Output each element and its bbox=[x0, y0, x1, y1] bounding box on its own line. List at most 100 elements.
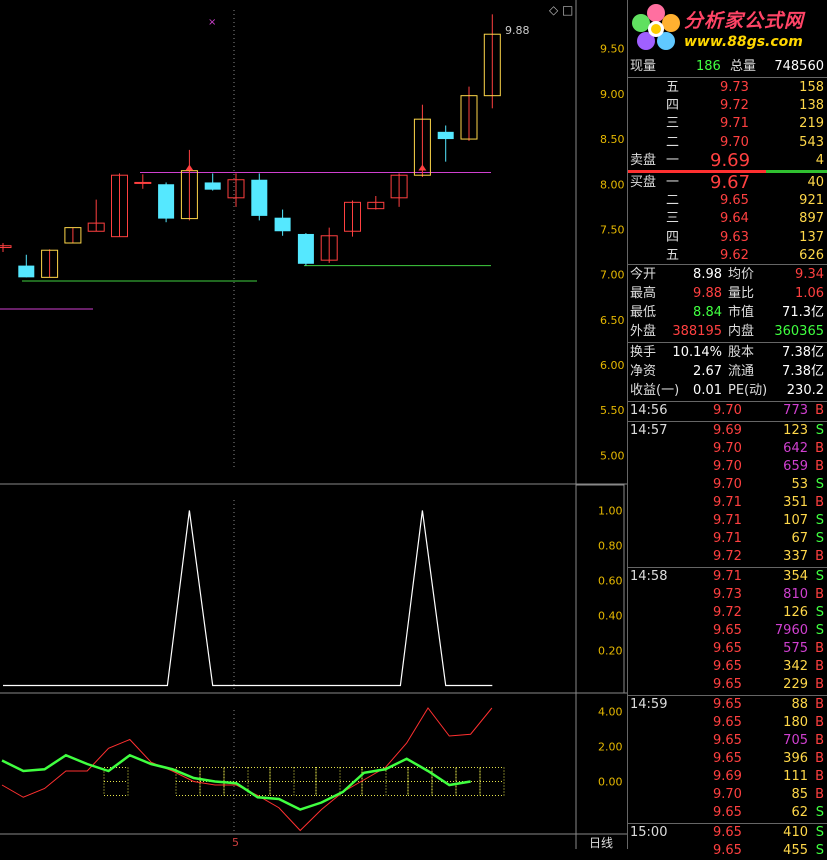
tick-volume: 126 bbox=[783, 605, 808, 620]
stat-label: 净资 bbox=[630, 364, 657, 379]
flower-logo-icon bbox=[632, 4, 680, 50]
tick-row[interactable]: 9.71 107 S bbox=[628, 512, 827, 530]
sell-level: 四 bbox=[666, 98, 680, 114]
tick-side: B bbox=[815, 697, 824, 712]
tick-row[interactable]: 14:56 9.70 773 B bbox=[628, 402, 827, 420]
buy-volume: 40 bbox=[807, 175, 824, 190]
buy-level: 五 bbox=[666, 247, 680, 263]
stat-value: 7.38亿 bbox=[782, 345, 824, 360]
tick-volume: 810 bbox=[783, 587, 808, 602]
stat-value: 388195 bbox=[672, 324, 722, 339]
sell-row: 三 9.71 219 bbox=[628, 115, 827, 133]
tick-volume: 53 bbox=[791, 477, 808, 492]
tick-time: 15:00 bbox=[630, 825, 668, 840]
tick-row[interactable]: 9.70 642 B bbox=[628, 440, 827, 458]
tick-side: B bbox=[815, 441, 824, 456]
sell-row: 一卖盘 9.69 4 bbox=[628, 151, 827, 170]
candle-body bbox=[158, 184, 175, 219]
candle-body bbox=[18, 265, 35, 278]
indicator-tick-label: 0.80 bbox=[598, 540, 623, 553]
tick-side: B bbox=[815, 659, 824, 674]
stat-value: 8.98 bbox=[693, 267, 722, 282]
tick-price: 9.65 bbox=[713, 733, 742, 748]
price-tick-label: 7.50 bbox=[600, 223, 625, 236]
stat-value: 10.14% bbox=[672, 345, 722, 360]
tick-volume: 180 bbox=[783, 715, 808, 730]
tick-row[interactable]: 9.70 659 B bbox=[628, 458, 827, 476]
tick-row[interactable]: 9.71 351 B bbox=[628, 494, 827, 512]
stat-value: 0.01 bbox=[693, 383, 722, 398]
tick-row[interactable]: 9.65 705 B bbox=[628, 732, 827, 750]
diamond-icon[interactable]: ◇ bbox=[549, 3, 558, 17]
buy-volume: 897 bbox=[799, 211, 824, 227]
kline-chart-area[interactable]: × 9.50 9.00 8.50 8.00 7.50 7.00 6.50 6.00 5.50 5.0… bbox=[0, 0, 627, 851]
tick-volume: 410 bbox=[783, 825, 808, 840]
tick-volume: 354 bbox=[783, 569, 808, 584]
buy-level: 二 bbox=[666, 193, 680, 209]
sell-volume: 543 bbox=[799, 134, 824, 150]
price-tick-label: 6.00 bbox=[600, 359, 625, 372]
signal-arrow-icon bbox=[185, 164, 194, 171]
tick-side: S bbox=[815, 531, 824, 546]
tick-row[interactable]: 9.72 337 B bbox=[628, 548, 827, 566]
tick-price: 9.65 bbox=[713, 715, 742, 730]
tick-row[interactable]: 9.65 575 B bbox=[628, 640, 827, 658]
tick-row[interactable]: 14:57 9.69 123 S bbox=[628, 422, 827, 440]
indicator-tick-label: 0.20 bbox=[598, 645, 623, 658]
tick-volume: 67 bbox=[791, 531, 808, 546]
chart-canvas[interactable]: × 9.50 9.00 8.50 8.00 7.50 7.00 6.50 6.00 5.50 5.0… bbox=[0, 0, 627, 849]
stat-label: 换手 bbox=[630, 345, 657, 360]
price-tick-label: 8.50 bbox=[600, 133, 625, 146]
sell-price: 9.73 bbox=[720, 80, 749, 95]
tick-price: 9.65 bbox=[713, 697, 742, 712]
tick-row[interactable]: 14:58 9.71 354 S bbox=[628, 568, 827, 586]
tick-volume: 575 bbox=[783, 641, 808, 656]
indicator-tick-label: 0.40 bbox=[598, 610, 623, 623]
square-icon[interactable]: □ bbox=[562, 3, 573, 17]
tick-row[interactable]: 9.71 67 S bbox=[628, 530, 827, 548]
stat-value: 230.2 bbox=[786, 383, 824, 398]
tick-price: 9.70 bbox=[713, 459, 742, 474]
buy-price: 9.63 bbox=[720, 229, 749, 245]
tick-row[interactable]: 9.70 53 S bbox=[628, 476, 827, 494]
tick-price: 9.65 bbox=[713, 623, 742, 638]
period-label[interactable]: 日线 bbox=[589, 834, 613, 851]
stat-value: 8.84 bbox=[693, 305, 722, 320]
tick-volume: 659 bbox=[783, 459, 808, 474]
tick-row[interactable]: 9.69 111 B bbox=[628, 768, 827, 786]
stat-label: 股本 bbox=[728, 345, 755, 360]
tick-row[interactable]: 9.65 396 B bbox=[628, 750, 827, 768]
tick-row[interactable]: 9.73 810 B bbox=[628, 586, 827, 604]
buy-level: 三 bbox=[666, 211, 680, 227]
tick-side: S bbox=[815, 623, 824, 638]
tick-price: 9.71 bbox=[713, 513, 742, 528]
stat-label: 外盘 bbox=[630, 324, 657, 339]
stat-row: 换手 10.14% 股本 7.38亿 bbox=[628, 344, 827, 362]
tick-price: 9.70 bbox=[713, 403, 742, 418]
tick-row[interactable]: 14:59 9.65 88 B bbox=[628, 696, 827, 714]
tick-row[interactable]: 9.65 455 S bbox=[628, 842, 827, 860]
tick-price: 9.65 bbox=[713, 659, 742, 674]
tick-row[interactable]: 9.72 126 S bbox=[628, 604, 827, 622]
tick-row[interactable]: 9.65 342 B bbox=[628, 658, 827, 676]
volume-row: 现量 186 总量 748560 bbox=[628, 58, 827, 76]
tick-row[interactable]: 9.65 229 B bbox=[628, 676, 827, 694]
tick-row[interactable]: 15:00 9.65 410 S bbox=[628, 824, 827, 842]
tick-side: B bbox=[815, 641, 824, 656]
tick-row[interactable]: 9.65 7960 S bbox=[628, 622, 827, 640]
tick-row[interactable]: 9.65 180 B bbox=[628, 714, 827, 732]
tick-price: 9.71 bbox=[713, 531, 742, 546]
tick-volume: 88 bbox=[791, 697, 808, 712]
signal-arrow-icon bbox=[418, 164, 427, 171]
tick-time: 14:58 bbox=[630, 569, 668, 584]
candle-body bbox=[134, 181, 152, 184]
tick-side: S bbox=[815, 843, 824, 858]
tick-row[interactable]: 9.70 85 B bbox=[628, 786, 827, 804]
buy-label: 买盘 bbox=[630, 175, 657, 190]
logo-name: 分析家公式网 bbox=[684, 10, 805, 32]
tick-side: B bbox=[815, 751, 824, 766]
tick-row[interactable]: 9.65 62 S bbox=[628, 804, 827, 822]
oscillator-tick-label: 2.00 bbox=[598, 741, 623, 754]
stat-value: 71.3亿 bbox=[782, 305, 824, 320]
sell-level: 三 bbox=[666, 116, 680, 132]
